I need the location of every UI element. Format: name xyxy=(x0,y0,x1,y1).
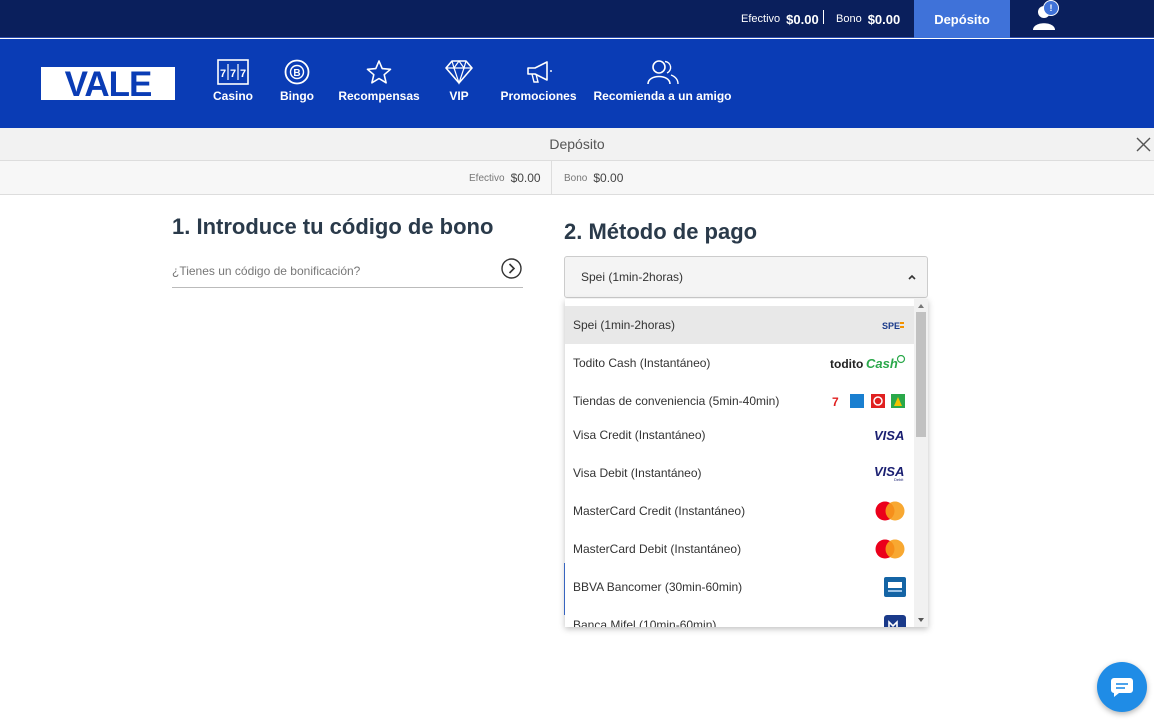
bono-label: Bono xyxy=(836,13,862,25)
visa-logo-icon: VISA xyxy=(874,428,904,442)
convenience-stores-logos-icon: 7 xyxy=(830,394,905,408)
megaphone-icon xyxy=(526,61,552,83)
users-icon xyxy=(646,60,679,85)
star-icon xyxy=(366,60,392,84)
nav-promociones[interactable]: Promociones xyxy=(500,39,577,128)
payment-option-todito-cash[interactable]: Todito Cash (Instantáneo) todito Cash xyxy=(565,344,914,382)
deposit-title: Depósito xyxy=(0,128,1154,161)
scrollbar-thumb[interactable] xyxy=(916,312,926,437)
chat-icon xyxy=(1111,678,1133,697)
visa-debit-logo-icon: VISA Debit xyxy=(874,464,904,482)
efectivo-value: $0.00 xyxy=(510,171,541,185)
deposit-efectivo: Efectivo $0.00 xyxy=(469,161,541,195)
svg-text:VISA: VISA xyxy=(874,428,904,442)
payment-method-select[interactable]: Spei (1min-2horas) xyxy=(564,256,928,298)
deposit-bono: Bono $0.00 xyxy=(564,161,623,195)
svg-text:B: B xyxy=(293,68,300,79)
efectivo-value: $0.00 xyxy=(786,11,819,27)
topbar-efectivo: Efectivo $0.00 xyxy=(741,0,819,38)
topbar-bono: Bono $0.00 xyxy=(836,0,900,38)
nav-recompensas[interactable]: Recompensas xyxy=(338,39,420,128)
mastercard-logo-icon xyxy=(875,501,905,521)
bbva-logo-icon xyxy=(884,577,906,597)
option-label: Spei (1min-2horas) xyxy=(573,318,676,332)
efectivo-label: Efectivo xyxy=(469,172,505,184)
deposit-balances: Efectivo $0.00 Bono $0.00 xyxy=(0,161,1154,195)
vale-logo[interactable]: VALE xyxy=(41,67,175,100)
svg-text:7: 7 xyxy=(240,68,246,80)
slot-777-icon: 7 7 7 xyxy=(217,59,249,85)
deposit-button[interactable]: Depósito xyxy=(914,0,1010,38)
nav-label: Recompensas xyxy=(338,89,420,103)
nav-casino[interactable]: 7 7 7 Casino xyxy=(213,39,254,128)
option-label: Visa Debit (Instantáneo) xyxy=(573,466,702,480)
nav-vip[interactable]: VIP xyxy=(445,39,473,128)
nav-label: Recomienda a un amigo xyxy=(593,89,732,103)
option-label: Visa Credit (Instantáneo) xyxy=(573,428,706,442)
svg-text:Cash: Cash xyxy=(866,356,898,371)
scroll-up-icon[interactable] xyxy=(917,302,925,310)
nav-label: Bingo xyxy=(280,89,314,103)
diamond-icon xyxy=(445,59,473,85)
balance-divider xyxy=(823,10,824,24)
bono-value: $0.00 xyxy=(867,11,901,27)
payment-option-visa-credit[interactable]: Visa Credit (Instantáneo) VISA xyxy=(565,416,914,454)
todito-cash-logo-icon: todito Cash xyxy=(830,355,906,371)
bono-value: $0.00 xyxy=(593,171,624,185)
selected-payment-method: Spei (1min-2horas) xyxy=(581,270,684,284)
efectivo-label: Efectivo xyxy=(741,13,781,25)
scroll-down-icon[interactable] xyxy=(917,616,925,624)
svg-text:7: 7 xyxy=(832,395,839,408)
payment-method-list: Spei (1min-2horas) SPE Todito Cash (Inst… xyxy=(565,299,928,627)
logo-text: VALE xyxy=(65,67,152,100)
payment-option-bbva[interactable]: BBVA Bancomer (30min-60min) xyxy=(565,568,914,606)
mifel-logo-icon xyxy=(884,615,906,627)
nav-bingo[interactable]: B Bingo xyxy=(280,39,314,128)
svg-text:SPE: SPE xyxy=(882,321,900,330)
option-label: Tiendas de conveniencia (5min-40min) xyxy=(573,394,780,408)
nav-recomienda[interactable]: Recomienda a un amigo xyxy=(593,39,732,128)
option-label: Todito Cash (Instantáneo) xyxy=(573,356,711,370)
option-label: MasterCard Credit (Instantáneo) xyxy=(573,504,746,518)
nav-label: Promociones xyxy=(500,89,577,103)
payment-option-mastercard-credit[interactable]: MasterCard Credit (Instantáneo) xyxy=(565,492,914,530)
option-label: BBVA Bancomer (30min-60min) xyxy=(573,580,743,594)
svg-text:7: 7 xyxy=(220,68,226,80)
nav-label: VIP xyxy=(449,89,469,103)
bono-label: Bono xyxy=(564,172,588,184)
chevron-up-icon xyxy=(908,274,916,280)
balance-divider xyxy=(551,161,552,195)
chat-button[interactable] xyxy=(1097,662,1147,712)
payment-option-mastercard-debit[interactable]: MasterCard Debit (Instantáneo) xyxy=(565,530,914,568)
payment-option-spei[interactable]: Spei (1min-2horas) SPE xyxy=(565,306,914,344)
nav-label: Casino xyxy=(213,89,254,103)
top-bar: Efectivo $0.00 Bono $0.00 Depósito ! xyxy=(0,0,1154,38)
main-nav: VALE 7 7 7 Casino B Bingo Recompensas VI… xyxy=(0,39,1154,128)
mastercard-logo-icon xyxy=(875,539,905,559)
payment-heading: 2. Método de pago xyxy=(564,219,758,244)
bingo-ball-icon: B xyxy=(284,59,310,85)
submit-arrow-icon[interactable] xyxy=(501,258,522,279)
dropdown-scrollbar[interactable] xyxy=(914,299,928,627)
bono-code-input[interactable] xyxy=(172,255,523,288)
payment-option-tiendas[interactable]: Tiendas de conveniencia (5min-40min) 7 xyxy=(565,382,914,420)
svg-text:Debit: Debit xyxy=(894,477,904,482)
spei-logo-icon: SPE xyxy=(882,321,904,330)
bono-heading: 1. Introduce tu código de bono xyxy=(172,214,494,239)
option-label: Banca Mifel (10min-60min) xyxy=(573,618,717,627)
payment-option-mifel[interactable]: Banca Mifel (10min-60min) xyxy=(565,606,914,627)
payment-option-visa-debit[interactable]: Visa Debit (Instantáneo) VISA Debit xyxy=(565,454,914,492)
svg-text:7: 7 xyxy=(230,68,236,80)
close-icon[interactable] xyxy=(1136,137,1151,152)
notification-badge[interactable]: ! xyxy=(1043,0,1059,16)
option-label: MasterCard Debit (Instantáneo) xyxy=(573,542,742,556)
svg-text:todito: todito xyxy=(830,357,863,371)
